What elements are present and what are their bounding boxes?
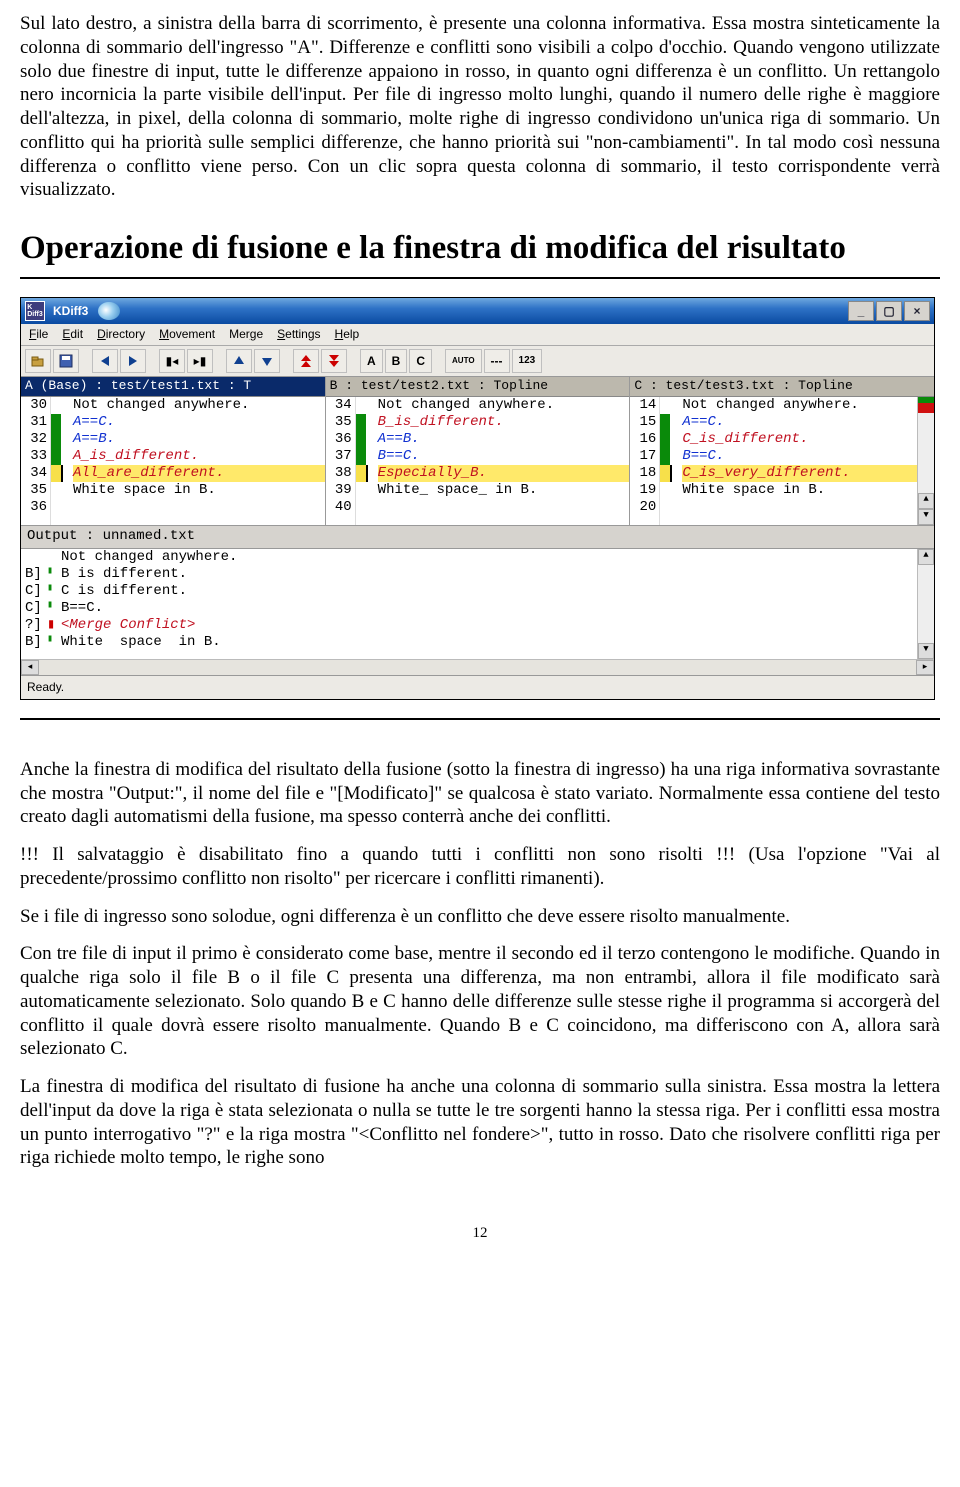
menu-settings[interactable]: Settings [277, 327, 320, 342]
toolbar: ▮◂ ▸▮ A B C AUTO --- 123 [21, 346, 934, 377]
app-icon: KDiff3 [25, 301, 45, 321]
paragraph-6: La finestra di modifica del risultato di… [20, 1075, 940, 1170]
pane-a-marks [51, 397, 73, 526]
output-scrollbar[interactable]: ▲▼ [917, 549, 934, 659]
tb-auto[interactable]: AUTO [445, 349, 482, 373]
tb-choose-c[interactable]: C [409, 349, 432, 373]
output-source-tags: B]C]C]?]B] [21, 549, 47, 659]
pane-a-gutter: 30313233343536 [21, 397, 51, 526]
tb-choose-b[interactable]: B [385, 349, 408, 373]
tb-open-icon[interactable] [25, 349, 51, 373]
pane-b-header[interactable]: B : test/test2.txt : Topline [326, 377, 630, 396]
kdiff3-screenshot: KDiff3 KDiff3 _ ▢ × File Edit Directory … [20, 297, 935, 700]
section-heading: Operazione di fusione e la finestra di m… [20, 228, 940, 269]
pane-c-lines: Not changed anywhere.A==C.C_is_different… [682, 397, 917, 526]
pane-a: A (Base) : test/test1.txt : T 3031323334… [21, 377, 326, 525]
tb-linenum-toggle[interactable]: 123 [512, 349, 543, 373]
tb-up-conflict-icon[interactable] [293, 349, 319, 373]
tb-down-diff-icon[interactable] [254, 349, 280, 373]
menu-help[interactable]: Help [335, 327, 360, 342]
tb-unsolved[interactable]: --- [484, 349, 510, 373]
swirl-icon [98, 302, 120, 320]
tb-last-diff-icon[interactable]: ▸▮ [187, 349, 213, 373]
menu-movement[interactable]: Movement [159, 327, 215, 342]
menu-merge[interactable]: Merge [229, 327, 263, 342]
pane-a-lines: Not changed anywhere.A==C.A==B.A_is_diff… [73, 397, 325, 526]
paragraph-1: Sul lato destro, a sinistra della barra … [20, 12, 940, 202]
window-titlebar[interactable]: KDiff3 KDiff3 _ ▢ × [21, 298, 934, 324]
pane-c: C : test/test3.txt : Topline 14151617181… [630, 377, 934, 525]
paragraph-2: Anche la finestra di modifica del risult… [20, 758, 940, 829]
menu-bar: File Edit Directory Movement Merge Setti… [21, 324, 934, 346]
rule-top [20, 277, 940, 279]
pane-b: B : test/test2.txt : Topline 34353637383… [326, 377, 631, 525]
tb-next-icon[interactable] [120, 349, 146, 373]
pane-b-marks [356, 397, 378, 526]
pane-c-marks [660, 397, 682, 526]
h-scrollbar[interactable]: ◂▸ [21, 659, 934, 675]
tb-save-icon[interactable] [53, 349, 79, 373]
maximize-button[interactable]: ▢ [876, 301, 902, 321]
pane-c-header[interactable]: C : test/test3.txt : Topline [630, 377, 934, 396]
pane-b-gutter: 34353637383940 [326, 397, 356, 526]
menu-file[interactable]: File [29, 327, 48, 342]
pane-c-gutter: 14151617181920 [630, 397, 660, 526]
tb-prev-icon[interactable] [92, 349, 118, 373]
rule-bottom [20, 718, 940, 720]
tb-choose-a[interactable]: A [360, 349, 383, 373]
input-panes: A (Base) : test/test1.txt : T 3031323334… [21, 377, 934, 525]
output-lines[interactable]: Not changed anywhere.B is different.C is… [61, 549, 917, 659]
pane-a-header[interactable]: A (Base) : test/test1.txt : T [21, 377, 325, 396]
page-number: 12 [20, 1224, 940, 1243]
menu-edit[interactable]: Edit [62, 327, 83, 342]
window-title: KDiff3 [49, 304, 98, 319]
tb-first-diff-icon[interactable]: ▮◂ [159, 349, 185, 373]
paragraph-3: !!! Il salvataggio è disabilitato fino a… [20, 843, 940, 891]
menu-directory[interactable]: Directory [97, 327, 145, 342]
output-pane: B]C]C]?]B] ▮▮▮▮▮ Not changed anywhere.B … [21, 549, 934, 659]
paragraph-5: Con tre file di input il primo è conside… [20, 942, 940, 1061]
tb-up-diff-icon[interactable] [226, 349, 252, 373]
pane-b-lines: Not changed anywhere.B_is_different.A==B… [378, 397, 630, 526]
output-header: Output : unnamed.txt [21, 525, 934, 549]
close-button[interactable]: × [904, 301, 930, 321]
pane-overview-scrollbar[interactable]: ▲ ▼ [917, 397, 934, 526]
minimize-button[interactable]: _ [848, 301, 874, 321]
paragraph-4: Se i file di ingresso sono solodue, ogni… [20, 905, 940, 929]
output-marks: ▮▮▮▮▮ [47, 549, 61, 659]
tb-down-conflict-icon[interactable] [321, 349, 347, 373]
status-bar: Ready. [21, 675, 934, 699]
